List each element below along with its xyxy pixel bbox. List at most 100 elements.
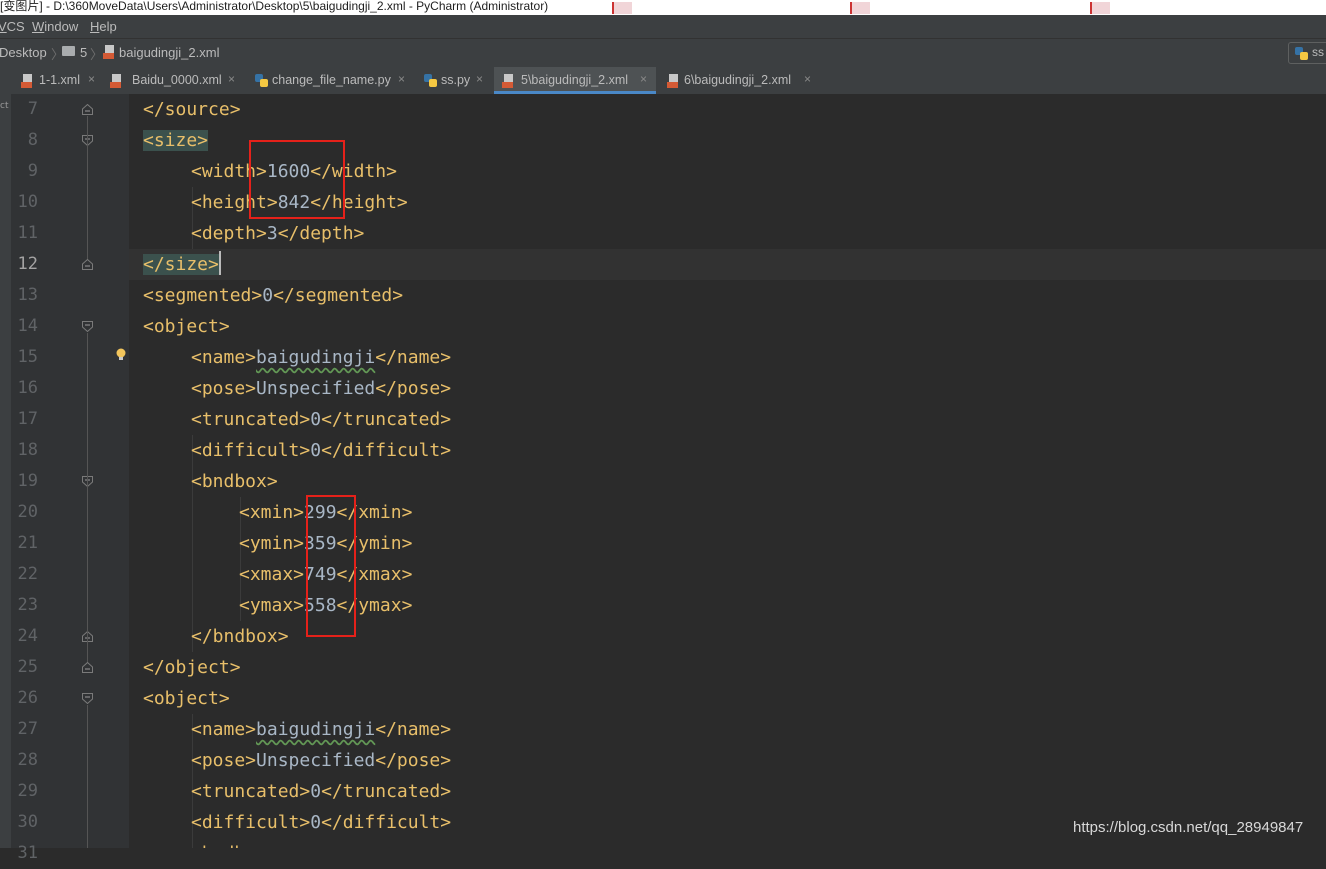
tab-label: 1-1.xml [39, 73, 80, 87]
code-line[interactable]: <name>baigudingji</name> [191, 714, 451, 745]
line-number[interactable]: 27 [11, 714, 38, 745]
line-number[interactable]: 11 [11, 218, 38, 249]
line-number[interactable]: 8 [11, 125, 38, 156]
line-number[interactable]: 9 [11, 156, 38, 187]
xml-file-icon [502, 74, 514, 88]
structure-tool-strip[interactable]: ct [0, 94, 11, 848]
fold-collapse-icon[interactable] [82, 321, 93, 332]
code-line[interactable]: <size> [143, 125, 209, 156]
tab-5-baigudingji-2-xml[interactable]: 5\baigudingji_2.xml × [494, 67, 656, 94]
run-configuration-selector[interactable]: ss [1288, 42, 1326, 64]
xml-file-icon [103, 45, 115, 59]
code-line[interactable]: <depth>3</depth> [191, 218, 364, 249]
line-number[interactable]: 19 [11, 466, 38, 497]
tab-baidu-0000-xml[interactable]: Baidu_0000.xml × [105, 67, 242, 94]
close-icon[interactable]: × [640, 72, 647, 86]
code-line[interactable]: <bndbox> [191, 466, 278, 497]
taskbar-button[interactable] [612, 2, 632, 14]
line-number[interactable]: 20 [11, 497, 38, 528]
tab-label: Baidu_0000.xml [132, 73, 222, 87]
run-configuration-label: ss [1312, 45, 1324, 59]
close-icon[interactable]: × [88, 72, 95, 86]
menu-vcs[interactable]: VCS [0, 19, 25, 35]
window-title: [变图片] - D:\360MoveData\Users\Administrat… [0, 0, 549, 13]
code-line[interactable]: <truncated>0</truncated> [191, 776, 451, 807]
code-line[interactable]: <bndbox> [191, 838, 278, 848]
breadcrumb-file[interactable]: baigudingji_2.xml [119, 45, 219, 61]
code-line[interactable]: <object> [143, 311, 230, 342]
line-number[interactable]: 25 [11, 652, 38, 683]
line-number[interactable]: 18 [11, 435, 38, 466]
annotation-box-size [249, 140, 345, 219]
code-line[interactable]: <name>baigudingji</name> [191, 342, 451, 373]
line-number[interactable]: 23 [11, 590, 38, 621]
annotation-box-bndbox [306, 495, 356, 637]
tab-label: ss.py [441, 73, 471, 87]
fold-guide [87, 116, 88, 259]
window-title-bar: [变图片] - D:\360MoveData\Users\Administrat… [0, 0, 1326, 15]
xml-file-icon [667, 74, 679, 88]
taskbar-button[interactable] [1090, 2, 1110, 14]
line-number[interactable]: 16 [11, 373, 38, 404]
fold-collapse-icon[interactable] [82, 693, 93, 704]
code-line[interactable]: </bndbox> [191, 621, 289, 652]
line-number[interactable]: 22 [11, 559, 38, 590]
line-number[interactable]: 24 [11, 621, 38, 652]
intention-bulb-icon[interactable] [115, 347, 127, 363]
side-panel-label: ct [0, 101, 9, 111]
line-number[interactable]: 21 [11, 528, 38, 559]
python-file-icon [255, 74, 268, 87]
line-number[interactable]: 14 [11, 311, 38, 342]
line-number[interactable]: 29 [11, 776, 38, 807]
code-line[interactable]: <pose>Unspecified</pose> [191, 745, 451, 776]
close-icon[interactable]: × [804, 72, 811, 86]
code-line[interactable]: <truncated>0</truncated> [191, 404, 451, 435]
line-number[interactable]: 28 [11, 745, 38, 776]
fold-guide [87, 705, 88, 848]
tab-label: 5\baigudingji_2.xml [521, 73, 629, 87]
tab-6-baigudingji-2-xml[interactable]: 6\baigudingji_2.xml × [660, 67, 818, 94]
taskbar-button[interactable] [850, 2, 870, 14]
tab-label: 6\baigudingji_2.xml [684, 73, 792, 87]
close-icon[interactable]: × [476, 72, 483, 86]
tab-ss-py[interactable]: ss.py × [418, 67, 490, 94]
code-line[interactable]: <difficult>0</difficult> [191, 807, 451, 838]
folder-icon [62, 46, 75, 56]
close-icon[interactable]: × [228, 72, 235, 86]
fold-end-icon[interactable] [82, 104, 93, 115]
code-line[interactable]: </object> [143, 652, 241, 683]
fold-end-icon[interactable] [82, 259, 93, 270]
breadcrumb-folder-5[interactable]: 5 [80, 45, 87, 61]
line-number[interactable]: 13 [11, 280, 38, 311]
current-line-highlight [129, 249, 1326, 280]
close-icon[interactable]: × [398, 72, 405, 86]
code-line[interactable]: <difficult>0</difficult> [191, 435, 451, 466]
line-number[interactable]: 7 [11, 94, 38, 125]
python-file-icon [1295, 47, 1308, 60]
menu-window[interactable]: Window [32, 19, 78, 35]
line-number[interactable]: 12 [11, 249, 38, 280]
editor-gutter[interactable]: 7 8 9 10 11 12 13 14 15 16 17 18 19 20 21 22 23 24 25 26 27 2… [11, 94, 129, 863]
python-file-icon [424, 74, 437, 87]
code-line[interactable]: </source> [143, 94, 241, 125]
code-line[interactable]: </size> [143, 249, 221, 280]
menu-bar: VCS Window Help [0, 15, 1326, 38]
breadcrumb-desktop[interactable]: Desktop [0, 45, 47, 61]
fold-guide [87, 333, 88, 662]
fold-end-icon[interactable] [82, 662, 93, 673]
line-number[interactable]: 26 [11, 683, 38, 714]
code-line[interactable]: <segmented>0</segmented> [143, 280, 403, 311]
code-line[interactable]: <object> [143, 683, 230, 714]
line-number[interactable]: 31 [11, 838, 38, 869]
tab-label: change_file_name.py [272, 73, 391, 87]
tab-1-1-xml[interactable]: 1-1.xml × [14, 67, 100, 94]
line-number[interactable]: 10 [11, 187, 38, 218]
line-number[interactable]: 15 [11, 342, 38, 373]
editor-tab-bar: 1-1.xml × Baidu_0000.xml × change_file_n… [0, 67, 1326, 95]
line-number[interactable]: 30 [11, 807, 38, 838]
menu-help[interactable]: Help [90, 19, 117, 35]
code-line[interactable]: <pose>Unspecified</pose> [191, 373, 451, 404]
tab-change-file-name-py[interactable]: change_file_name.py × [248, 67, 413, 94]
line-number[interactable]: 17 [11, 404, 38, 435]
xml-file-icon [21, 74, 33, 88]
